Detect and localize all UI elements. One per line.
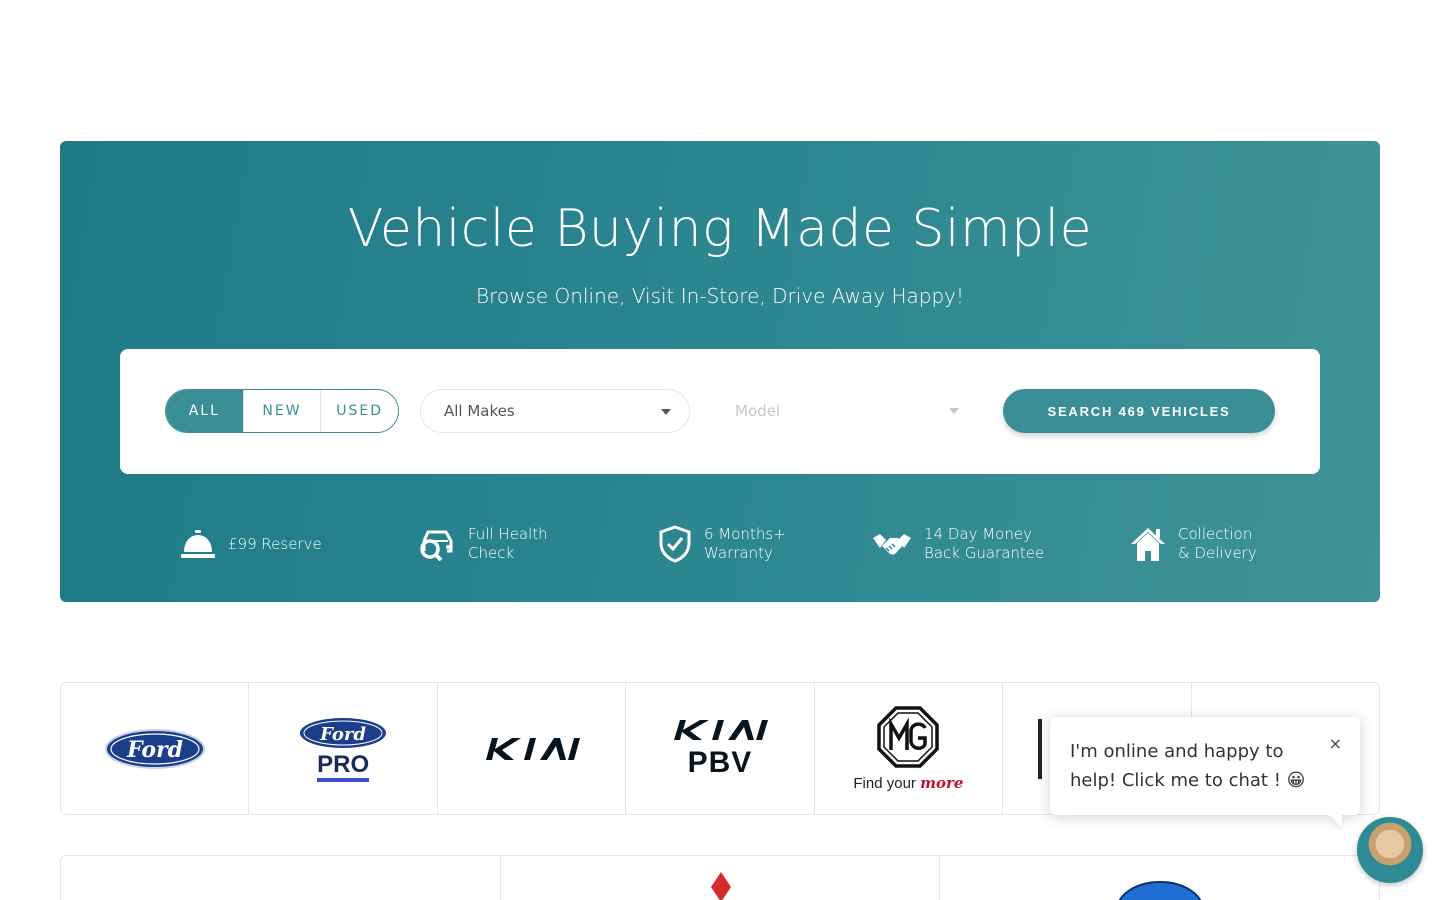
brand-mg[interactable]: Find your more: [815, 683, 1004, 814]
brand-logo-row-2: [60, 855, 1380, 900]
feature-reserve: £99 Reserve: [180, 524, 322, 564]
close-icon[interactable]: ×: [1329, 729, 1342, 758]
house-icon: [1131, 528, 1165, 561]
toggle-new[interactable]: NEW: [244, 390, 322, 432]
ford-pro-text: PRO: [317, 751, 370, 782]
diamond-logo-icon: [710, 872, 731, 900]
chat-avatar[interactable]: [1357, 817, 1423, 883]
feature-reserve-text: £99 Reserve: [228, 534, 322, 553]
ford-pro-logo-icon: Ford: [300, 717, 387, 748]
brand-ford[interactable]: Ford: [61, 683, 250, 814]
service-bell-icon: [181, 530, 215, 558]
mg-tagline-text: Find your: [853, 774, 916, 792]
hero-title: Vehicle Buying Made Simple: [347, 199, 1093, 259]
model-select-placeholder: Model: [735, 402, 781, 420]
feature-money-back-line1: 14 Day Money: [924, 525, 1032, 543]
brand-tile[interactable]: [940, 856, 1379, 900]
feature-money-back: 14 Day Money Back Guarantee: [872, 524, 1044, 564]
chevron-down-icon: [949, 408, 959, 414]
brand-kia-pbv[interactable]: PBV: [626, 683, 815, 814]
ford-logo-icon: Ford: [104, 728, 205, 769]
feature-collection-line2: & Delivery: [1178, 544, 1257, 562]
ford-logo-text: Ford: [126, 737, 183, 763]
brand-tile[interactable]: [61, 856, 501, 900]
toggle-all[interactable]: ALL: [166, 390, 244, 432]
feature-warranty-line1: 6 Months+: [704, 525, 786, 543]
shield-check-icon: [659, 525, 691, 563]
hero-subtitle: Browse Online, Visit In-Store, Drive Awa…: [475, 284, 965, 308]
chevron-down-icon: [661, 409, 671, 415]
toggle-used[interactable]: USED: [321, 390, 398, 432]
feature-health-line1: Full Health: [468, 525, 548, 543]
chat-popup[interactable]: × I'm online and happy to help! Click me…: [1050, 717, 1360, 815]
makes-select-value: All Makes: [444, 402, 515, 420]
handshake-icon: [873, 534, 911, 555]
makes-select[interactable]: All Makes: [420, 389, 690, 433]
chat-message: I'm online and happy to help! Click me t…: [1070, 741, 1306, 791]
feature-health-line2: Check: [468, 544, 515, 562]
brand-tile[interactable]: [501, 856, 941, 900]
hero-banner: Vehicle Buying Made Simple Browse Online…: [60, 141, 1380, 602]
feature-warranty: 6 Months+ Warranty: [658, 524, 786, 564]
kia-pbv-logo-icon: [673, 719, 768, 740]
ford-pro-script-text: Ford: [319, 724, 366, 745]
car-search-icon: [420, 530, 453, 561]
ford-logo-icon: [1119, 881, 1202, 900]
search-vehicles-button[interactable]: SEARCH 469 VEHICLES: [1003, 389, 1275, 433]
brand-ford-pro[interactable]: Ford PRO: [249, 683, 438, 814]
brand-kia[interactable]: [438, 683, 627, 814]
feature-warranty-line2: Warranty: [704, 544, 773, 562]
feature-strip: £99 Reserve Full Health Check 6 Months+: [60, 524, 1380, 564]
mg-tagline-script: more: [920, 773, 964, 792]
kia-logo-icon: [485, 737, 580, 760]
kia-pbv-text: PBV: [687, 745, 753, 779]
feature-collection-line1: Collection: [1178, 525, 1253, 543]
chat-bubble-tail: [1328, 814, 1342, 828]
model-select[interactable]: Model: [712, 389, 977, 433]
feature-collection: Collection & Delivery: [1130, 524, 1257, 564]
feature-health-check: Full Health Check: [418, 524, 548, 564]
mg-logo-icon: [877, 705, 940, 768]
vehicle-search-card: ALL NEW USED All Makes Model SEARCH 469 …: [120, 349, 1320, 474]
condition-toggle: ALL NEW USED: [165, 389, 399, 433]
feature-money-back-line2: Back Guarantee: [924, 544, 1045, 562]
